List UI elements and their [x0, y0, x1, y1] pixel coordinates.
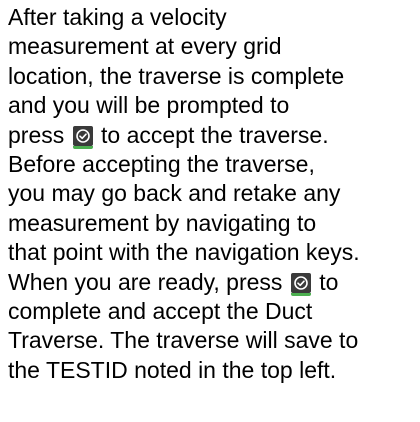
text-line-11: complete and accept the Duct	[8, 298, 313, 325]
text-line-2: measurement at every grid	[8, 33, 282, 60]
text-line-10: When you are ready, press to	[8, 268, 420, 297]
text-line-8: measurement by navigating to	[8, 209, 317, 236]
text-line-4: and you will be prompted to	[8, 92, 290, 119]
text-line-6: Before accepting the traverse,	[8, 151, 315, 178]
text-line-1: After taking a velocity	[8, 4, 227, 30]
text-line-9: that point with the navigation keys.	[8, 239, 360, 266]
instruction-paragraph: After taking a velocity measurement at e…	[8, 3, 420, 385]
text-line-3: location, the traverse is complete	[8, 62, 345, 89]
text-line-5: press to accept the traverse.	[8, 121, 420, 150]
text-line-12: Traverse. The traverse will save to	[8, 327, 359, 354]
text-line-7: you may go back and retake any	[8, 180, 341, 207]
checkmark-circle-icon	[290, 272, 311, 296]
text-press: press	[8, 121, 65, 148]
text-line-13: the TESTID noted in the top left.	[8, 356, 337, 383]
text-accept-traverse: to accept the traverse.	[101, 121, 329, 148]
checkmark-circle-icon	[72, 125, 93, 149]
text-when-ready: When you are ready, press	[8, 268, 283, 295]
text-to: to	[319, 268, 339, 295]
